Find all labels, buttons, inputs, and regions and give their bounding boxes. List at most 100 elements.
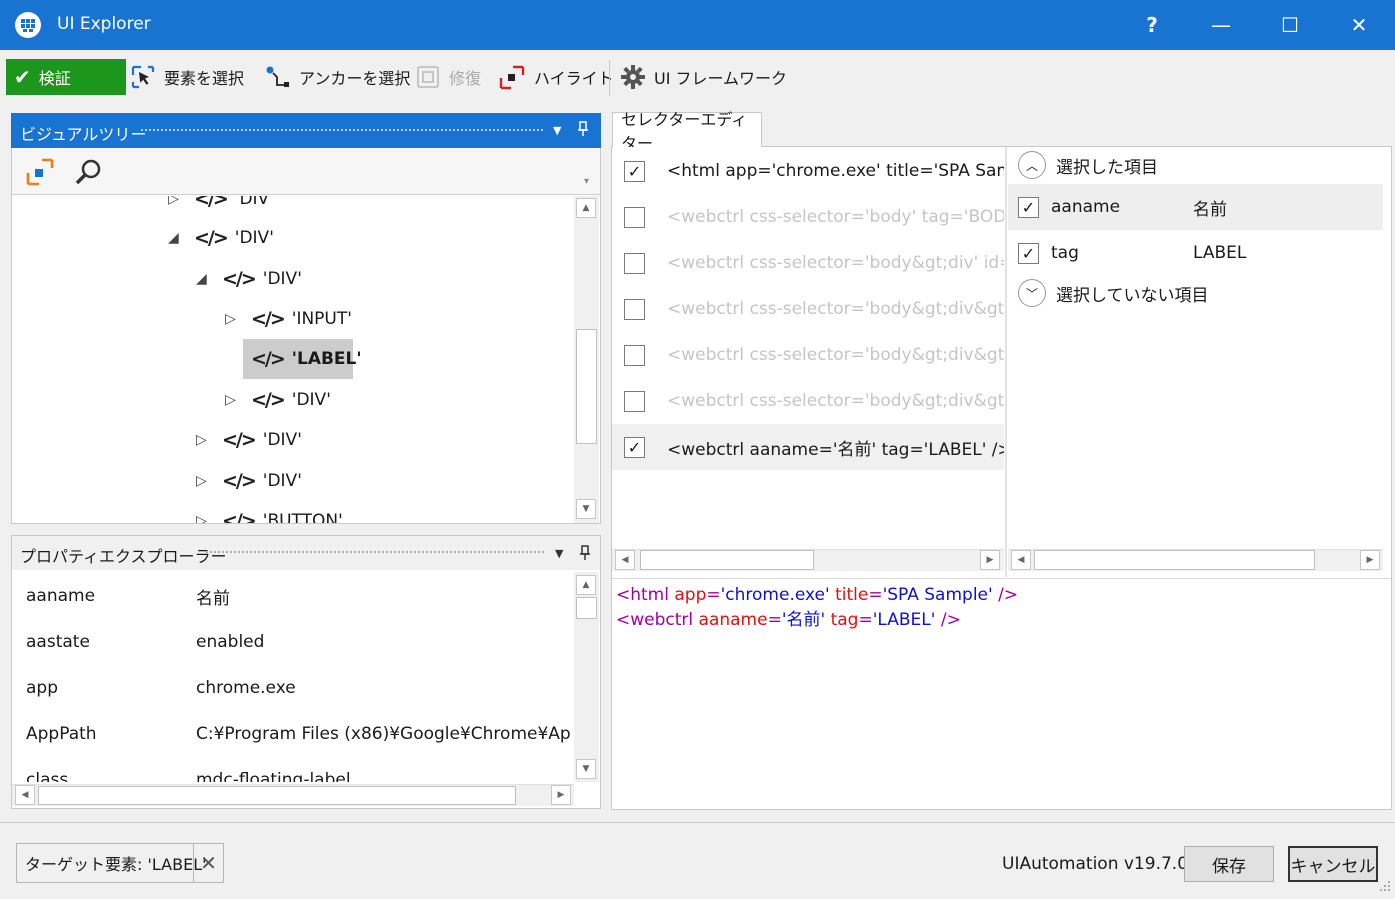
checkbox-checked[interactable]: ✓ xyxy=(624,436,645,458)
selector-row[interactable]: <webctrl css-selector='body&gt;div' id='… xyxy=(612,240,1004,286)
scroll-thumb[interactable] xyxy=(640,550,814,570)
attribute-row[interactable]: ✓ tag LABEL xyxy=(1008,230,1383,276)
highlight-label: ハイライト xyxy=(534,69,614,88)
collapse-arrow-icon[interactable]: ◢ xyxy=(168,230,194,246)
property-row[interactable]: class mdc-floating-label xyxy=(26,757,351,782)
gear-icon xyxy=(621,65,645,89)
scroll-thumb[interactable] xyxy=(38,786,516,805)
expand-arrow-icon[interactable]: ▷ xyxy=(196,473,222,489)
selector-row[interactable]: <webctrl css-selector='body' tag='BODY' … xyxy=(612,194,1004,240)
validate-button[interactable]: ✔ 検証 xyxy=(6,59,126,95)
tree-node[interactable]: ▷ </> 'INPUT' xyxy=(225,299,352,339)
scroll-left-icon[interactable]: ◀ xyxy=(615,550,635,570)
status-separator xyxy=(0,822,1395,823)
tree-node-selected[interactable]: </> 'LABEL' xyxy=(251,339,362,379)
toolbar-overflow-icon[interactable]: ▾ xyxy=(584,176,589,187)
expand-icon[interactable]: ﹀ xyxy=(1018,279,1046,307)
code-line: <html app='chrome.exe' title='SPA Sample… xyxy=(616,585,1019,605)
checkbox-unchecked[interactable] xyxy=(624,344,645,366)
tab-selector-editor[interactable]: セレクターエディター xyxy=(612,110,762,153)
scroll-right-icon[interactable]: ▶ xyxy=(1360,550,1380,570)
scroll-thumb[interactable] xyxy=(576,329,597,444)
collapse-arrow-icon[interactable]: ◢ xyxy=(196,271,222,287)
expand-arrow-icon[interactable]: ▷ xyxy=(225,392,251,408)
selector-row[interactable]: <webctrl css-selector='body&gt;div&gt;di… xyxy=(612,378,1004,424)
selector-row[interactable]: ✓ <html app='chrome.exe' title='SPA Samp… xyxy=(612,148,1004,194)
expand-arrow-icon[interactable]: ▷ xyxy=(196,432,222,448)
pin-icon[interactable] xyxy=(578,545,592,565)
panel-dropdown-icon[interactable]: ▼ xyxy=(555,547,563,560)
scroll-left-icon[interactable]: ◀ xyxy=(15,785,35,805)
app-logo-icon xyxy=(14,11,42,39)
property-row[interactable]: app chrome.exe xyxy=(26,665,296,711)
save-button[interactable]: 保存 xyxy=(1184,846,1274,882)
repair-button[interactable]: 修復 xyxy=(415,59,481,95)
close-button[interactable]: ✕ xyxy=(1326,0,1392,50)
visual-tree-title: ビジュアルツリー xyxy=(20,125,147,144)
scroll-down-icon[interactable]: ▼ xyxy=(576,499,596,519)
unselected-items-header[interactable]: ﹀ 選択していない項目 xyxy=(1018,275,1209,311)
selector-row[interactable]: <webctrl css-selector='body&gt;div&gt;di… xyxy=(612,332,1004,378)
resize-grip-icon[interactable] xyxy=(1378,878,1392,897)
html-tag-icon: </> xyxy=(222,268,257,290)
checkbox-unchecked[interactable] xyxy=(624,390,645,412)
visual-tree: ▷ </> 'DIV' ◢ </> 'DIV' ◢ </> 'DIV' ▷ </> 'INPUT… xyxy=(12,196,572,523)
scroll-down-icon[interactable]: ▼ xyxy=(576,759,596,779)
tree-node[interactable]: ▷ </> 'DIV' xyxy=(196,420,302,460)
minimize-button[interactable]: — xyxy=(1188,0,1254,50)
property-row[interactable]: aaname 名前 xyxy=(26,573,230,619)
html-tag-icon: </> xyxy=(222,470,257,492)
scroll-left-icon[interactable]: ◀ xyxy=(1011,550,1031,570)
tree-node[interactable]: ▷ </> 'DIV' xyxy=(196,461,302,501)
html-tag-icon: </> xyxy=(194,196,229,210)
help-button[interactable]: ? xyxy=(1119,0,1185,50)
expand-arrow-icon[interactable]: ▷ xyxy=(225,311,251,327)
property-list: aaname 名前 aastate enabled app chrome.exe Ap… xyxy=(12,572,572,782)
scroll-up-icon[interactable]: ▲ xyxy=(576,198,596,218)
attribute-row[interactable]: ✓ aaname 名前 xyxy=(1008,184,1383,230)
cancel-button[interactable]: キャンセル xyxy=(1288,846,1378,882)
checkmark-icon: ✔ xyxy=(14,65,31,89)
scroll-thumb[interactable] xyxy=(576,597,597,619)
tree-node[interactable]: ▷ </> 'BUTTON' xyxy=(196,501,343,523)
checkbox-unchecked[interactable] xyxy=(624,206,645,228)
html-tag-icon: </> xyxy=(251,348,286,370)
ui-framework-button[interactable]: UI フレームワーク xyxy=(620,59,787,95)
selector-row-selected[interactable]: ✓ <webctrl aaname='名前' tag='LABEL' /> xyxy=(612,424,1004,470)
checkbox-unchecked[interactable] xyxy=(624,252,645,274)
pane-divider[interactable] xyxy=(1005,147,1007,577)
tree-node[interactable]: ▷ </> 'DIV' xyxy=(168,196,274,219)
pin-icon[interactable] xyxy=(576,121,590,141)
select-anchor-button[interactable]: アンカーを選択 xyxy=(265,59,410,95)
panel-grip xyxy=(205,550,545,555)
scroll-right-icon[interactable]: ▶ xyxy=(551,785,571,805)
scroll-thumb[interactable] xyxy=(1034,550,1315,570)
refresh-tree-icon[interactable] xyxy=(26,158,54,190)
tree-node[interactable]: ◢ </> 'DIV' xyxy=(196,259,302,299)
expand-arrow-icon[interactable]: ▷ xyxy=(168,196,194,207)
maximize-button[interactable]: ☐ xyxy=(1257,0,1323,50)
select-element-button[interactable]: 要素を選択 xyxy=(130,59,244,95)
checkbox-unchecked[interactable] xyxy=(624,298,645,320)
property-row[interactable]: AppPath C:¥Program Files (x86)¥Google¥Chr… xyxy=(26,711,572,757)
selector-row[interactable]: <webctrl css-selector='body&gt;div&gt;di… xyxy=(612,286,1004,332)
property-explorer-title: プロパティエクスプローラー xyxy=(20,547,227,566)
checkbox-checked[interactable]: ✓ xyxy=(1018,196,1039,218)
selector-code-editor[interactable]: <html app='chrome.exe' title='SPA Sample… xyxy=(612,578,1391,808)
property-row[interactable]: aastate enabled xyxy=(26,619,264,665)
collapse-icon[interactable]: ︿ xyxy=(1018,151,1046,179)
close-icon[interactable]: ✕ xyxy=(193,844,223,882)
html-tag-icon: </> xyxy=(251,308,286,330)
checkbox-checked[interactable]: ✓ xyxy=(1018,242,1039,264)
scroll-right-icon[interactable]: ▶ xyxy=(980,550,1000,570)
highlight-button[interactable]: ハイライト xyxy=(498,59,614,95)
search-icon[interactable] xyxy=(74,158,104,190)
expand-arrow-icon[interactable]: ▷ xyxy=(196,513,222,523)
tree-node[interactable]: ▷ </> 'DIV' xyxy=(225,380,331,420)
checkbox-checked[interactable]: ✓ xyxy=(624,160,645,182)
selector-node-list: ✓ <html app='chrome.exe' title='SPA Samp… xyxy=(612,147,1004,547)
panel-dropdown-icon[interactable]: ▼ xyxy=(553,124,561,137)
selected-items-header[interactable]: ︿ 選択した項目 xyxy=(1018,147,1158,183)
tree-node[interactable]: ◢ </> 'DIV' xyxy=(168,218,274,258)
scroll-up-icon[interactable]: ▲ xyxy=(576,575,596,595)
